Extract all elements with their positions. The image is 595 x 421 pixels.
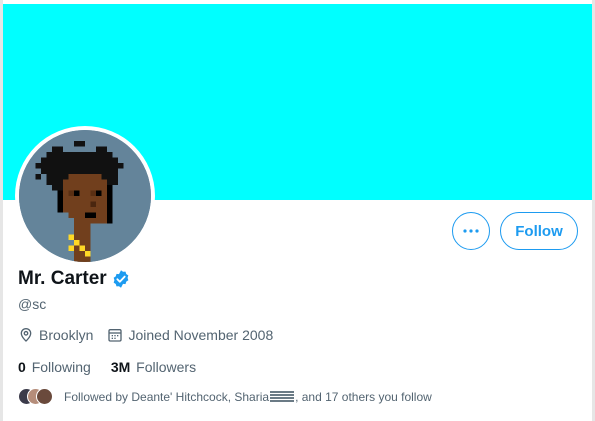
followed-by-avatars	[18, 388, 54, 406]
followed-by-text: Followed by Deante' Hitchcock, Sharia	[64, 390, 270, 404]
followers-label: Followers	[136, 359, 197, 375]
more-options-button[interactable]	[452, 212, 490, 250]
following-link[interactable]: 0 Following	[18, 359, 91, 375]
profile-name: Mr. Carter	[18, 268, 107, 289]
profile-avatar[interactable]	[19, 130, 151, 262]
redacted-name-block	[270, 391, 295, 403]
followed-by-row[interactable]: Followed by Deante' Hitchcock, Sharia , …	[18, 388, 432, 406]
profile-name-row: Mr. Carter	[18, 268, 131, 290]
more-horizontal-icon	[463, 229, 479, 233]
follow-button[interactable]: Follow	[500, 212, 578, 250]
calendar-icon	[108, 329, 123, 342]
location-text: Brooklyn	[39, 327, 94, 343]
location-item: Brooklyn	[18, 327, 93, 343]
followers-link[interactable]: 3M Followers	[111, 359, 196, 375]
following-count: 0	[18, 359, 26, 375]
following-label: Following	[31, 359, 91, 375]
profile-stats: 0 Following 3M Followers	[18, 359, 216, 375]
profile-meta: Brooklyn Joined November 2008	[18, 327, 287, 343]
follower-avatar	[36, 388, 53, 405]
followed-by-others-text: , and 17 others you follow	[295, 390, 432, 404]
profile-avatar-ring	[15, 126, 155, 266]
verified-badge-icon	[113, 270, 129, 288]
followers-count: 3M	[110, 359, 131, 375]
joined-text: Joined November 2008	[128, 327, 274, 343]
location-pin-icon	[20, 328, 32, 342]
profile-handle: @sc	[18, 296, 47, 312]
joined-item: Joined November 2008	[107, 327, 273, 343]
